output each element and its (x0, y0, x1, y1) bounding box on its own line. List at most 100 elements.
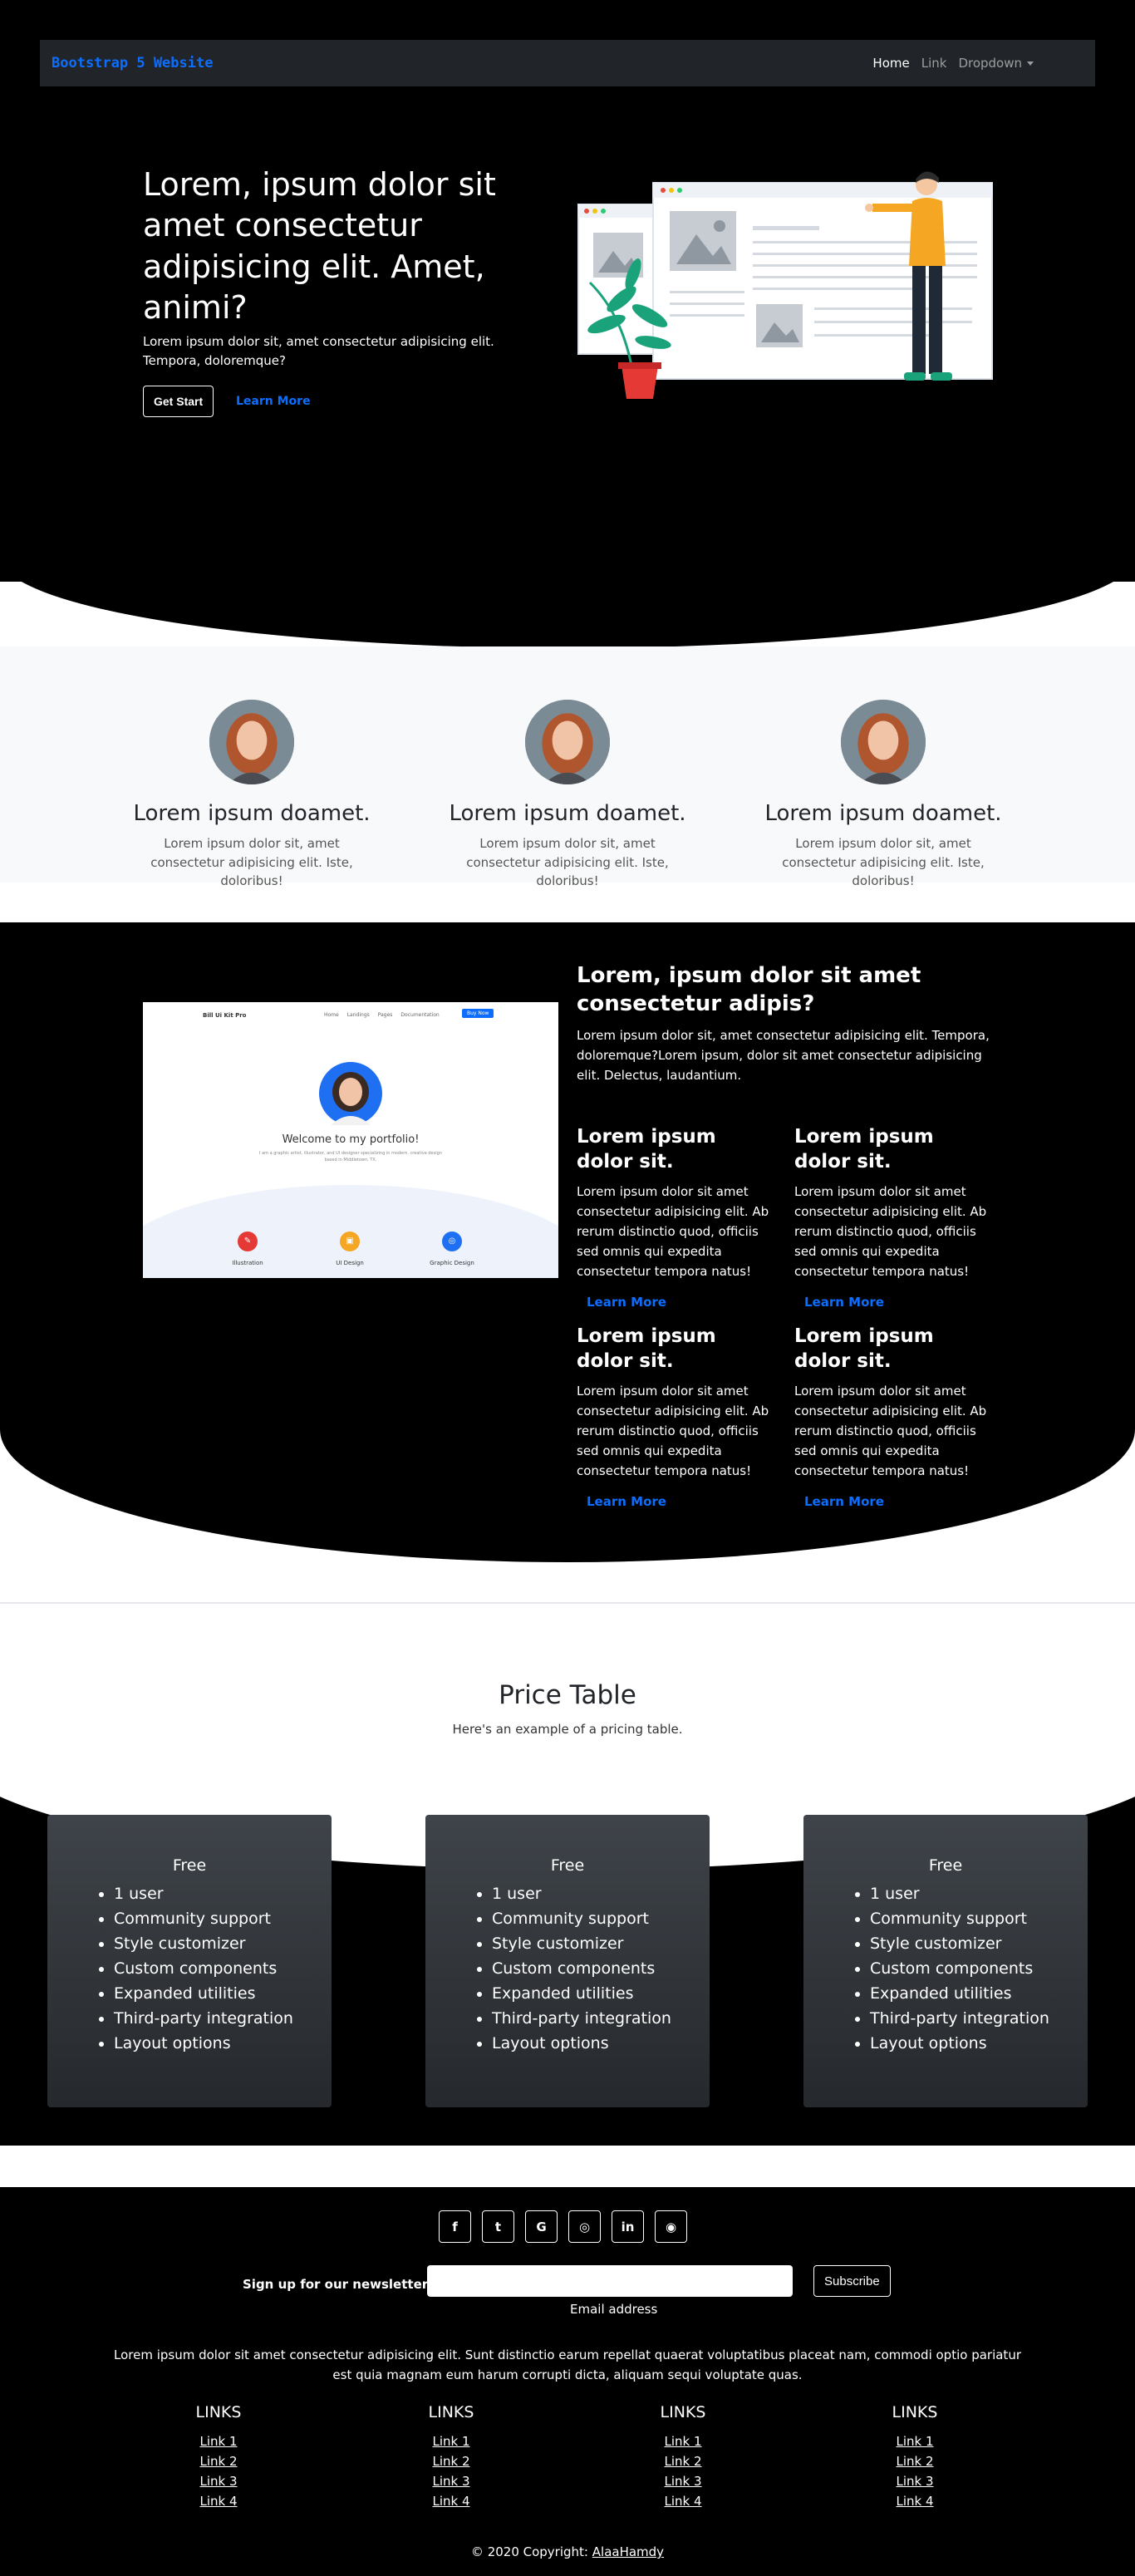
feature-text: Lorem ipsum dolor sit amet consectetur a… (577, 1183, 769, 1279)
facebook-icon[interactable]: f (439, 2210, 471, 2243)
plan-feature: Layout options (492, 2031, 710, 2056)
plan-name: Free (172, 1856, 207, 1875)
google-icon[interactable]: G (525, 2210, 558, 2243)
footer-link[interactable]: Link 2 (840, 2451, 990, 2471)
pricing-header: Price Table Here's an example of a prici… (0, 1680, 1135, 1737)
get-start-button[interactable]: Get Start (143, 386, 214, 417)
newsletter-label: Sign up for our newsletter (243, 2277, 429, 2292)
footer-link[interactable]: Link 4 (608, 2491, 758, 2511)
team-member: Lorem ipsum doamet. Lorem ipsum dolor si… (430, 646, 705, 891)
footer-link[interactable]: Link 1 (376, 2431, 526, 2451)
plan-feature: Custom components (492, 1956, 710, 1981)
feature-title: Lorem ipsum dolor sit. (577, 1126, 716, 1172)
plan-feature: Custom components (870, 1956, 1088, 1981)
portfolio-avatar-icon (319, 1062, 382, 1125)
plan-feature: Expanded utilities (114, 1981, 332, 2006)
hero-title: Lorem, ipsum dolor sit amet consectetur … (143, 166, 496, 327)
feature-learn-more-link[interactable]: Learn More (804, 1295, 994, 1310)
feature-text: Lorem ipsum dolor sit amet consectetur a… (794, 1183, 987, 1279)
feature-title: Lorem ipsum dolor sit. (794, 1325, 934, 1372)
footer: f t G ◎ in ◉ Sign up for our newsletter … (0, 2187, 1135, 2576)
service-label: Illustration (232, 1260, 263, 1266)
plan-feature: 1 user (492, 1881, 710, 1906)
copyright-link[interactable]: AlaaHamdy (592, 2544, 664, 2559)
subscribe-button[interactable]: Subscribe (813, 2265, 891, 2297)
hero-illustration (577, 171, 993, 399)
portfolio-screenshot: Bill Ui Kit Pro Home Landings Pages Docu… (143, 1002, 558, 1278)
pricing-card: Free 1 user Community support Style cust… (425, 1815, 710, 2107)
nav-dropdown-label: Dropdown (958, 56, 1022, 71)
feature-learn-more-link[interactable]: Learn More (587, 1494, 776, 1509)
footer-link[interactable]: Link 3 (608, 2471, 758, 2491)
link-column-title: LINKS (660, 2403, 706, 2421)
footer-link[interactable]: Link 2 (608, 2451, 758, 2471)
plan-feature: Community support (870, 1906, 1088, 1931)
team-member-text: Lorem ipsum dolor sit, amet consectetur … (782, 836, 985, 888)
footer-link[interactable]: Link 4 (376, 2491, 526, 2511)
avatar (525, 700, 610, 784)
plan-feature: Style customizer (492, 1931, 710, 1956)
footer-text: Lorem ipsum dolor sit amet consectetur a… (113, 2347, 1021, 2382)
navbar-brand[interactable]: Bootstrap 5 Website (52, 55, 213, 71)
screenshot-nav-item: Home (324, 1012, 339, 1018)
feature-item: Lorem ipsum dolor sit. Lorem ipsum dolor… (577, 1125, 776, 1310)
github-icon[interactable]: ◉ (655, 2210, 687, 2243)
plan-feature: 1 user (114, 1881, 332, 1906)
footer-link[interactable]: Link 3 (840, 2471, 990, 2491)
plan-feature: 1 user (870, 1881, 1088, 1906)
nav-dropdown[interactable]: Dropdown (958, 56, 1034, 71)
screenshot-caption: I am a graphic artist, illustrator, and … (259, 1151, 442, 1163)
twitter-icon[interactable]: t (482, 2210, 514, 2243)
footer-link[interactable]: Link 3 (144, 2471, 293, 2491)
feature-item: Lorem ipsum dolor sit. Lorem ipsum dolor… (794, 1125, 994, 1310)
illustration-icon: ✎ (238, 1231, 258, 1251)
linkedin-icon[interactable]: in (612, 2210, 644, 2243)
section-divider (0, 1602, 1135, 1604)
plan-feature: Community support (114, 1906, 332, 1931)
footer-link[interactable]: Link 4 (840, 2491, 990, 2511)
email-help-text: Email address (570, 2302, 658, 2317)
learn-more-link[interactable]: Learn More (236, 386, 311, 417)
footer-link-column: LINKS Link 1 Link 2 Link 3 Link 4 (376, 2403, 526, 2511)
navbar: Bootstrap 5 Website Home Link Dropdown (40, 40, 1095, 86)
graphic-design-icon: ◎ (442, 1231, 462, 1251)
team-member: Lorem ipsum doamet. Lorem ipsum dolor si… (746, 646, 1020, 891)
footer-link[interactable]: Link 2 (144, 2451, 293, 2471)
footer-link[interactable]: Link 1 (840, 2431, 990, 2451)
team-member: Lorem ipsum doamet. Lorem ipsum dolor si… (115, 646, 389, 891)
feature-learn-more-link[interactable]: Learn More (587, 1295, 776, 1310)
footer-link-column: LINKS Link 1 Link 2 Link 3 Link 4 (608, 2403, 758, 2511)
footer-link[interactable]: Link 1 (608, 2431, 758, 2451)
feature-title: Lorem ipsum dolor sit. (577, 1325, 716, 1372)
feature-text: Lorem ipsum dolor sit amet consectetur a… (794, 1383, 987, 1478)
nav-link-link[interactable]: Link (921, 56, 947, 71)
plan-feature: Layout options (114, 2031, 332, 2056)
feature-text: Lorem ipsum dolor sit amet consectetur a… (577, 1383, 769, 1478)
link-column-title: LINKS (892, 2403, 938, 2421)
footer-link[interactable]: Link 1 (144, 2431, 293, 2451)
feature-learn-more-link[interactable]: Learn More (804, 1494, 994, 1509)
plan-features: 1 user Community support Style customize… (425, 1881, 710, 2056)
footer-link[interactable]: Link 3 (376, 2471, 526, 2491)
hero-text: Lorem ipsum dolor sit, amet consectetur … (143, 334, 494, 368)
instagram-icon[interactable]: ◎ (568, 2210, 601, 2243)
footer-link[interactable]: Link 4 (144, 2491, 293, 2511)
avatar (209, 700, 294, 784)
pricing-card: Free 1 user Community support Style cust… (47, 1815, 332, 2107)
feature-item: Lorem ipsum dolor sit. Lorem ipsum dolor… (577, 1325, 776, 1509)
footer-link[interactable]: Link 2 (376, 2451, 526, 2471)
copyright: © 2020 Copyright: AlaaHamdy (0, 2544, 1135, 2559)
plan-feature: Third-party integration (492, 2006, 710, 2031)
nav-link-home[interactable]: Home (872, 56, 909, 71)
feature-title: Lorem ipsum dolor sit. (794, 1126, 934, 1172)
plan-feature: Expanded utilities (870, 1981, 1088, 2006)
team-member-name: Lorem ipsum doamet. (764, 801, 1002, 826)
pricing-subtitle: Here's an example of a pricing table. (452, 1722, 683, 1737)
pricing-card: Free 1 user Community support Style cust… (803, 1815, 1088, 2107)
plan-feature: Layout options (870, 2031, 1088, 2056)
plan-name: Free (550, 1856, 585, 1875)
email-field[interactable] (427, 2265, 793, 2297)
service-label: UI Design (336, 1260, 364, 1266)
navbar-links: Home Link Dropdown (872, 56, 1034, 71)
footer-link-column: LINKS Link 1 Link 2 Link 3 Link 4 (144, 2403, 293, 2511)
